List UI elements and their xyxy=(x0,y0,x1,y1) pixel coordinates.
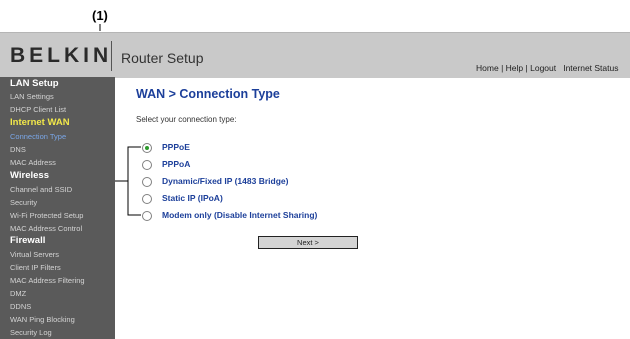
sidebar-item-client-ip-filters[interactable]: Client IP Filters xyxy=(10,263,61,272)
option-label: Dynamic/Fixed IP (1483 Bridge) xyxy=(162,176,289,186)
header-bar: BELKIN Router Setup Home | Help | Logout… xyxy=(0,32,630,78)
sidebar-item-dhcp-client-list[interactable]: DHCP Client List xyxy=(10,105,66,114)
sidebar-item-virtual-servers[interactable]: Virtual Servers xyxy=(10,250,59,259)
sidebar-section-wireless: Wireless xyxy=(10,170,49,181)
home-link[interactable]: Home xyxy=(476,63,499,73)
sidebar: LAN Setup LAN Settings DHCP Client List … xyxy=(0,77,115,339)
radio-button[interactable] xyxy=(142,194,152,204)
sidebar-section-firewall: Firewall xyxy=(10,235,46,246)
option-label: Static IP (IPoA) xyxy=(162,193,223,203)
sidebar-item-lan-settings[interactable]: LAN Settings xyxy=(10,92,54,101)
radio-button[interactable] xyxy=(142,211,152,221)
connection-type-prompt: Select your connection type: xyxy=(136,115,237,124)
sidebar-item-mac-address-control[interactable]: MAC Address Control xyxy=(10,224,82,233)
radio-button-selected[interactable] xyxy=(142,143,152,153)
sidebar-item-wan-ping-blocking[interactable]: WAN Ping Blocking xyxy=(10,315,75,324)
sidebar-item-mac-address[interactable]: MAC Address xyxy=(10,158,56,167)
sidebar-item-dns[interactable]: DNS xyxy=(10,145,26,154)
sidebar-item-channel-ssid[interactable]: Channel and SSID xyxy=(10,185,72,194)
option-label: PPPoE xyxy=(162,142,190,152)
sidebar-item-dmz[interactable]: DMZ xyxy=(10,289,26,298)
top-nav-links: Home | Help | Logout Internet Status xyxy=(476,63,619,73)
logout-link[interactable]: Logout xyxy=(530,63,556,73)
app-title: Router Setup xyxy=(121,50,204,66)
logo-divider xyxy=(111,41,112,71)
belkin-logo: BELKIN xyxy=(10,44,113,67)
option-label: Modem only (Disable Internet Sharing) xyxy=(162,210,318,220)
radio-button[interactable] xyxy=(142,177,152,187)
next-button[interactable]: Next > xyxy=(258,236,358,249)
link-separator: | xyxy=(525,63,528,73)
link-separator: | xyxy=(501,63,504,73)
callout-label: (1) xyxy=(92,8,108,23)
sidebar-section-lan-setup: LAN Setup xyxy=(10,78,59,89)
sidebar-item-security-log[interactable]: Security Log xyxy=(10,328,52,337)
sidebar-item-connection-type[interactable]: Connection Type xyxy=(10,132,66,141)
option-label: PPPoA xyxy=(162,159,191,169)
sidebar-item-mac-address-filtering[interactable]: MAC Address Filtering xyxy=(10,276,85,285)
radio-button[interactable] xyxy=(142,160,152,170)
help-link[interactable]: Help xyxy=(506,63,523,73)
page-title: WAN > Connection Type xyxy=(136,87,280,101)
sidebar-section-internet-wan: Internet WAN xyxy=(10,117,70,128)
internet-status-link[interactable]: Internet Status xyxy=(563,63,618,73)
sidebar-item-ddns[interactable]: DDNS xyxy=(10,302,31,311)
sidebar-item-wps[interactable]: Wi-Fi Protected Setup xyxy=(10,211,83,220)
sidebar-item-security[interactable]: Security xyxy=(10,198,37,207)
